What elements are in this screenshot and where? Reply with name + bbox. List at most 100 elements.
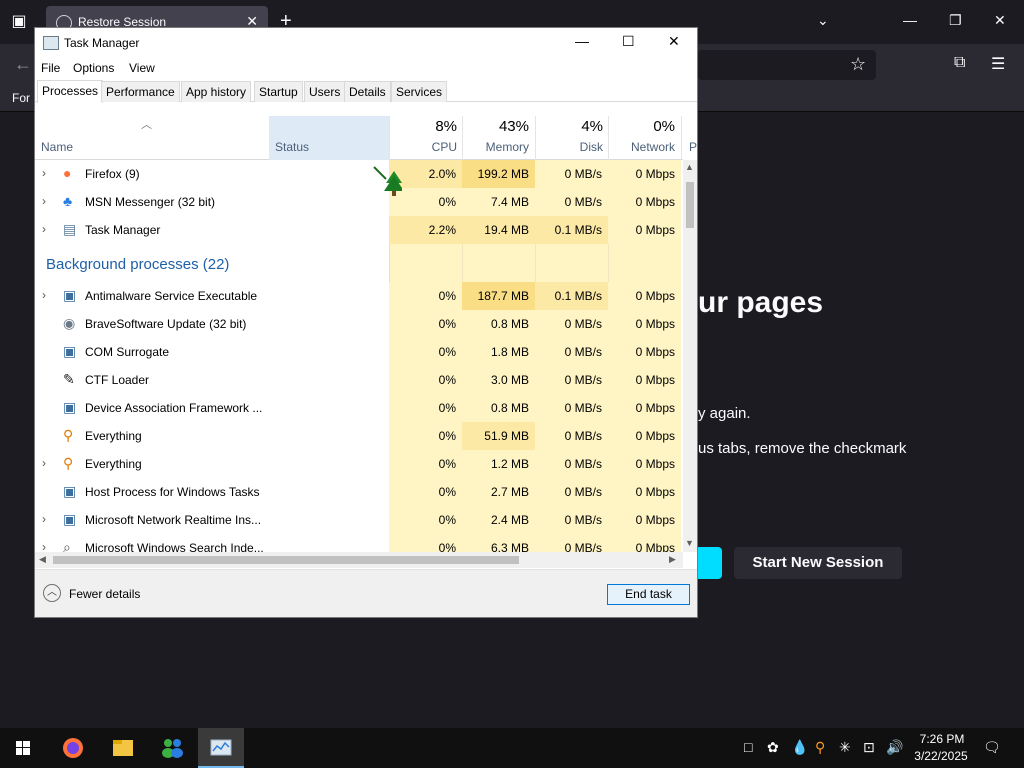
column-network[interactable]: Network [617, 140, 675, 154]
column-disk[interactable]: Disk [545, 140, 603, 154]
horizontal-scrollbar[interactable]: ◀ ▶ [35, 552, 683, 568]
process-row[interactable]: › ▣ Antimalware Service Executable 0% 187.7 … [35, 282, 683, 310]
process-memory: 2.4 MB [462, 506, 535, 534]
process-name: MSN Messenger (32 bit) [85, 195, 216, 209]
process-row[interactable]: › ⌕ Microsoft Windows Search Inde... 0% 6.3 … [35, 534, 683, 552]
everything-search-icon[interactable]: ⚲ [815, 739, 825, 756]
taskbar-firefox[interactable] [50, 728, 96, 768]
expand-chevron-icon[interactable]: › [42, 456, 46, 470]
taskbar-task-manager[interactable] [198, 728, 244, 768]
process-disk: 0 MB/s [535, 310, 608, 338]
chevron-up-circle-icon[interactable]: ︿ [43, 584, 61, 602]
bookmark-star-icon[interactable]: ☆ [850, 54, 866, 75]
expand-chevron-icon[interactable]: › [42, 194, 46, 208]
process-name: Antimalware Service Executable [85, 289, 258, 303]
process-cpu: 0% [389, 366, 462, 394]
network-total[interactable]: 0% [617, 118, 675, 135]
vertical-scrollbar[interactable]: ▲ ▼ [683, 160, 697, 552]
notification-square-icon[interactable]: □ [744, 739, 752, 755]
column-status[interactable]: Status [275, 140, 309, 154]
column-name[interactable]: Name [41, 140, 73, 154]
process-memory: 0.8 MB [462, 394, 535, 422]
scroll-right-icon[interactable]: ▶ [669, 554, 676, 565]
tab-app-history[interactable]: App history [181, 81, 252, 102]
minimize-icon[interactable]: — [575, 33, 589, 49]
process-network: 0 Mbps [608, 282, 681, 310]
menu-file[interactable]: File [41, 61, 60, 75]
bookmark-item[interactable]: For [12, 91, 30, 105]
vertical-scroll-thumb[interactable] [686, 182, 694, 228]
tab-startup[interactable]: Startup [254, 81, 303, 102]
process-row[interactable]: ✎ CTF Loader 0% 3.0 MB 0 MB/s 0 Mbps [35, 366, 683, 394]
expand-chevron-icon[interactable]: › [42, 166, 46, 180]
msn-tray-icon[interactable]: ✿ [767, 739, 779, 756]
expand-chevron-icon[interactable]: › [42, 222, 46, 236]
process-row[interactable]: ⚲ Everything 0% 51.9 MB 0 MB/s 0 Mbps [35, 422, 683, 450]
tab-users[interactable]: Users [304, 81, 346, 102]
water-drop-icon[interactable]: 💧 [791, 739, 808, 756]
horizontal-scroll-thumb[interactable] [53, 556, 519, 564]
footer: ︿ Fewer details End task [35, 569, 697, 617]
background-processes-header[interactable]: Background processes (22) [46, 256, 229, 273]
tab-list-icon[interactable]: ▣ [8, 11, 30, 33]
disk-total[interactable]: 4% [545, 118, 603, 135]
start-new-session-button[interactable]: Start New Session [734, 547, 902, 579]
close-icon[interactable]: ✕ [994, 12, 1006, 29]
expand-chevron-icon[interactable]: › [42, 288, 46, 302]
maximize-icon[interactable]: ☐ [622, 33, 635, 50]
tab-services[interactable]: Services [391, 81, 448, 102]
process-row[interactable]: › ⚲ Everything 0% 1.2 MB 0 MB/s 0 Mbps [35, 450, 683, 478]
service-window-icon: ▣ [63, 287, 77, 303]
process-network: 0 Mbps [608, 506, 681, 534]
process-row[interactable]: ▣ Host Process for Windows Tasks 0% 2.7 MB 0… [35, 478, 683, 506]
process-row[interactable]: › ▤ Task Manager 2.2% 19.4 MB 0.1 MB/s 0 Mbps [35, 216, 683, 244]
cpu-total[interactable]: 8% [405, 118, 457, 135]
expand-chevron-icon[interactable]: › [42, 540, 46, 552]
taskbar-msn-messenger[interactable] [150, 728, 196, 768]
process-network: 0 Mbps [608, 450, 681, 478]
end-task-button[interactable]: End task [607, 584, 690, 605]
process-disk: 0 MB/s [535, 450, 608, 478]
process-row[interactable]: ▣ Device Association Framework ... 0% 0.8 M… [35, 394, 683, 422]
clock-date[interactable]: 3/22/2025 [910, 749, 972, 763]
menu-options[interactable]: Options [73, 61, 114, 75]
column-power[interactable]: P [689, 140, 697, 154]
process-row[interactable]: › ♣ MSN Messenger (32 bit) 0% 7.4 MB 0 MB/s 0 … [35, 188, 683, 216]
scroll-down-icon[interactable]: ▼ [685, 538, 694, 548]
menu-view[interactable]: View [129, 61, 155, 75]
snowflake-icon[interactable]: ✳ [839, 739, 851, 756]
column-memory[interactable]: Memory [471, 140, 529, 154]
scroll-left-icon[interactable]: ◀ [39, 554, 46, 565]
restore-session-button[interactable] [698, 547, 722, 579]
hamburger-menu-icon[interactable]: ☰ [991, 54, 1005, 74]
process-network: 0 Mbps [608, 310, 681, 338]
action-center-icon[interactable]: 🗨 [983, 739, 1001, 756]
network-icon[interactable]: ⊡ [863, 739, 875, 756]
process-disk: 0 MB/s [535, 188, 608, 216]
taskbar-file-explorer[interactable] [100, 728, 146, 768]
memory-total[interactable]: 43% [471, 118, 529, 135]
clock-time[interactable]: 7:26 PM [918, 732, 966, 746]
start-button[interactable] [0, 728, 46, 768]
tab-details[interactable]: Details [344, 81, 391, 102]
close-icon[interactable]: ✕ [668, 33, 680, 50]
sort-up-icon: ︿ [141, 119, 152, 131]
process-row[interactable]: › ● Firefox (9) 2.0% 199.2 MB 0 MB/s 0 Mbps [35, 160, 683, 188]
back-arrow-icon[interactable]: ← [14, 54, 32, 75]
column-cpu[interactable]: CPU [405, 140, 457, 154]
restore-icon[interactable]: ❐ [949, 12, 962, 29]
expand-chevron-icon[interactable]: › [42, 512, 46, 526]
minimize-icon[interactable]: — [903, 12, 917, 28]
process-row[interactable]: ◉ BraveSoftware Update (32 bit) 0% 0.8 MB 0 … [35, 310, 683, 338]
tab-processes[interactable]: Processes [37, 80, 104, 103]
process-row[interactable]: › ▣ Microsoft Network Realtime Ins... 0% 2.4… [35, 506, 683, 534]
tab-performance[interactable]: Performance [101, 81, 180, 102]
chevron-down-icon[interactable]: ⌄ [817, 12, 829, 29]
scroll-up-icon[interactable]: ▲ [685, 162, 694, 172]
fewer-details-link[interactable]: Fewer details [69, 587, 140, 601]
process-row[interactable]: ▣ COM Surrogate 0% 1.8 MB 0 MB/s 0 Mbps [35, 338, 683, 366]
title-bar[interactable]: Task Manager — ☐ ✕ [35, 28, 697, 58]
volume-icon[interactable]: 🔊 [886, 739, 903, 756]
extensions-icon[interactable]: ⧉ [954, 54, 965, 72]
process-network: 0 Mbps [608, 534, 681, 552]
